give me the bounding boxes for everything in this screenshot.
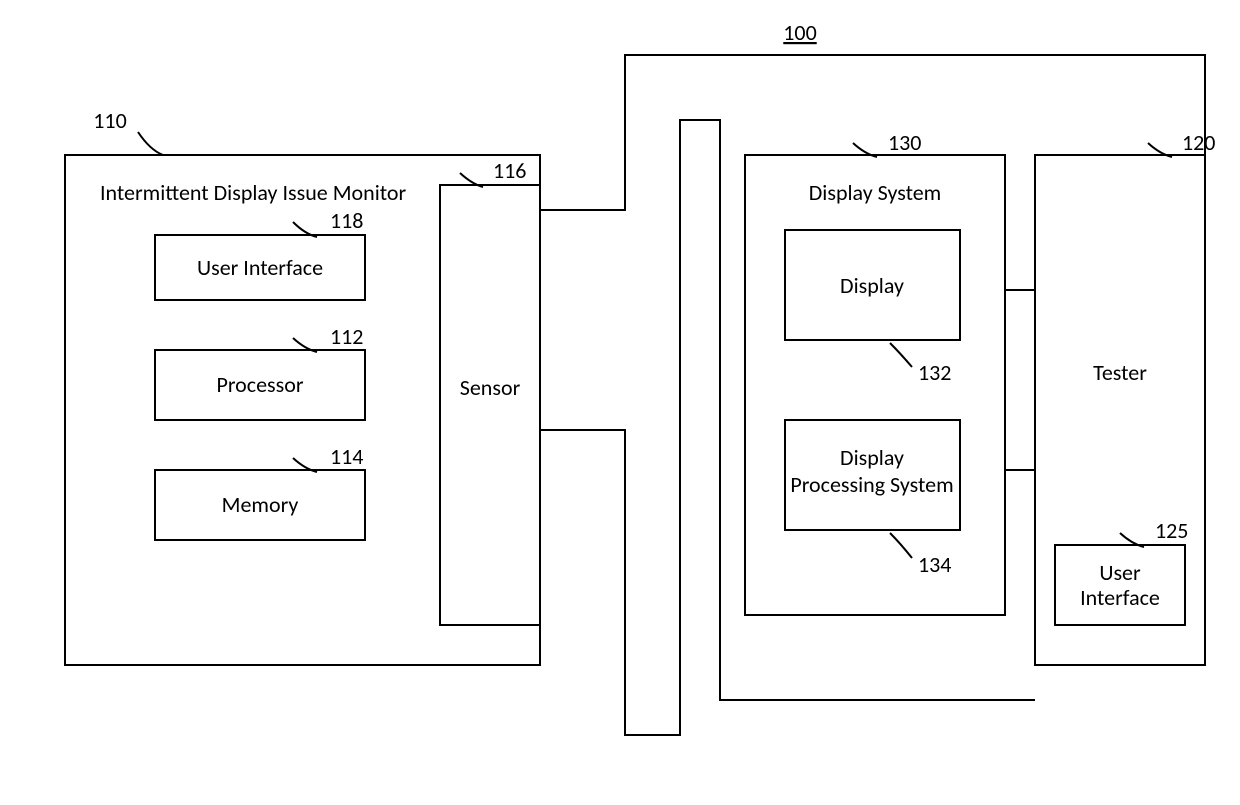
sensor-label: Sensor [460, 374, 521, 401]
ref-110: 110 [93, 107, 126, 134]
figure-ref: 100 [783, 19, 816, 46]
tester-ui-label-2: Interface [1080, 584, 1160, 611]
system-block-diagram: 100 110 Intermittent Display Issue Monit… [0, 0, 1240, 805]
monitor-ui-label: User Interface [197, 254, 323, 281]
monitor-title: Intermittent Display Issue Monitor [100, 179, 406, 206]
ref-116: 116 [493, 157, 526, 184]
ref-118: 118 [330, 207, 363, 234]
ref-114: 114 [330, 443, 363, 470]
ref-130: 130 [888, 129, 921, 156]
processor-label: Processor [216, 371, 303, 398]
sensor-box [440, 185, 540, 625]
tester-ui-label-1: User [1099, 559, 1141, 586]
ref-134: 134 [918, 551, 951, 578]
dps-label-1: Display [840, 444, 904, 471]
ref-125: 125 [1155, 517, 1188, 544]
tester-title: Tester [1093, 359, 1147, 386]
ref-112: 112 [330, 323, 363, 350]
display-system-title: Display System [809, 179, 941, 206]
ref-132: 132 [918, 359, 951, 386]
ref-120: 120 [1182, 129, 1215, 156]
dps-label-2: Processing System [790, 471, 953, 498]
ref-hook-110 [138, 132, 163, 155]
display-system-box [745, 155, 1005, 615]
memory-label: Memory [222, 491, 299, 518]
display-label: Display [840, 272, 904, 299]
